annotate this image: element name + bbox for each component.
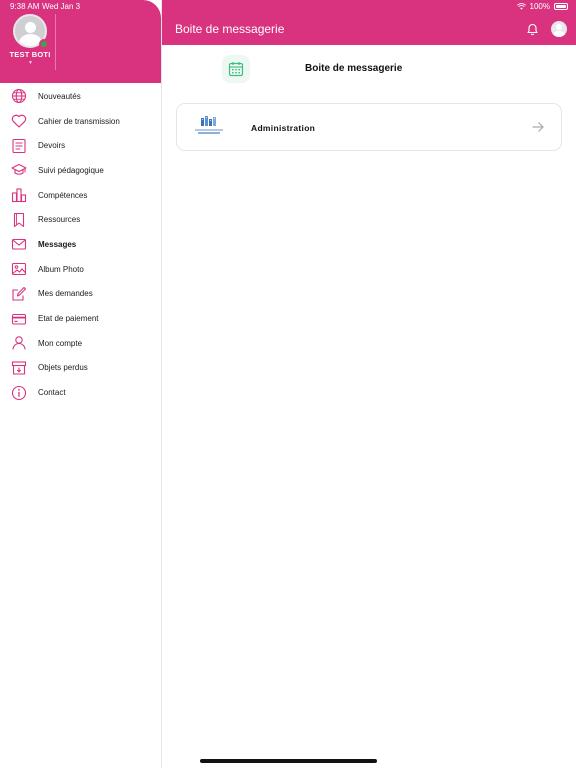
edit-icon: [11, 286, 27, 302]
sidebar-item-label: Objets perdus: [38, 363, 88, 373]
sidebar-item-label: Album Photo: [38, 264, 84, 274]
sidebar-item-demandes[interactable]: Mes demandes: [0, 282, 161, 307]
chevron-down-icon[interactable]: ▼: [28, 60, 33, 66]
globe-icon: [11, 88, 27, 104]
calendar-icon: [222, 55, 250, 83]
user-icon: [11, 335, 27, 351]
sidebar-item-devoirs[interactable]: Devoirs: [0, 133, 161, 158]
page-title: Boite de messagerie: [175, 22, 285, 36]
profile-avatar[interactable]: [13, 14, 49, 49]
battery-percent: 100%: [529, 2, 550, 11]
sidebar-item-messages[interactable]: Messages: [0, 232, 161, 257]
bell-icon[interactable]: [526, 22, 539, 36]
sidebar-item-paiement[interactable]: Etat de paiement: [0, 306, 161, 331]
sidebar-item-ressources[interactable]: Ressources: [0, 207, 161, 232]
archive-icon: [11, 360, 27, 376]
app-root: 9:38 AM Wed Jan 3 100% TEST BOTI ▼ Nouve…: [0, 0, 576, 768]
user-name[interactable]: TEST BOTI: [0, 50, 60, 59]
inbox-item-label: Administration: [251, 123, 316, 133]
sidebar-item-suivi[interactable]: Suivi pédagogique: [0, 158, 161, 183]
sidebar-item-compte[interactable]: Mon compte: [0, 331, 161, 356]
sidebar-item-label: Cahier de transmission: [38, 116, 120, 126]
sidebar-item-label: Compétences: [38, 190, 88, 200]
credit-card-icon: [11, 311, 27, 327]
sidebar-menu: Nouveautés Cahier de transmission Devoir…: [0, 84, 161, 405]
sidebar-item-label: Contact: [38, 388, 66, 398]
header-divider: [55, 14, 56, 70]
inbox-item-administration[interactable]: Administration: [176, 103, 562, 151]
sidebar-item-label: Suivi pédagogique: [38, 165, 104, 175]
sidebar-item-label: Devoirs: [38, 141, 66, 151]
wifi-icon: [516, 3, 526, 10]
sidebar-item-cahier[interactable]: Cahier de transmission: [0, 109, 161, 134]
photo-icon: [11, 261, 27, 277]
sidebar-item-label: Messages: [38, 239, 77, 249]
sidebar-item-label: Nouveautés: [38, 91, 81, 101]
info-icon: [11, 385, 27, 401]
sidebar-item-nouveautes[interactable]: Nouveautés: [0, 84, 161, 109]
home-indicator[interactable]: [200, 759, 377, 763]
sidebar-item-label: Ressources: [38, 215, 81, 225]
section-title: Boite de messagerie: [305, 63, 403, 74]
status-bar: 9:38 AM Wed Jan 3 100%: [0, 0, 576, 13]
sidebar-item-album[interactable]: Album Photo: [0, 257, 161, 282]
battery-icon: [554, 3, 568, 10]
homework-icon: [11, 138, 27, 154]
arrow-right-icon[interactable]: [531, 120, 545, 134]
sidebar-item-contact[interactable]: Contact: [0, 380, 161, 405]
bar-chart-icon: [11, 187, 27, 203]
sidebar: TEST BOTI ▼ Nouveautés Cahier de transmi…: [0, 0, 162, 768]
school-logo-icon: [193, 115, 225, 139]
bookmark-icon: [11, 212, 27, 228]
sidebar-item-competences[interactable]: Compétences: [0, 183, 161, 208]
mail-icon: [11, 236, 27, 252]
header-avatar[interactable]: [551, 21, 567, 37]
sidebar-item-objets-perdus[interactable]: Objets perdus: [0, 356, 161, 381]
status-time: 9:38 AM: [10, 2, 40, 11]
heart-icon: [11, 113, 27, 129]
sidebar-item-label: Etat de paiement: [38, 314, 99, 324]
status-right: 100%: [516, 2, 568, 11]
graduation-cap-icon: [11, 162, 27, 178]
sidebar-item-label: Mon compte: [38, 338, 83, 348]
online-status-icon: [39, 39, 49, 49]
status-date: Wed Jan 3: [42, 2, 81, 11]
sidebar-item-label: Mes demandes: [38, 289, 93, 299]
